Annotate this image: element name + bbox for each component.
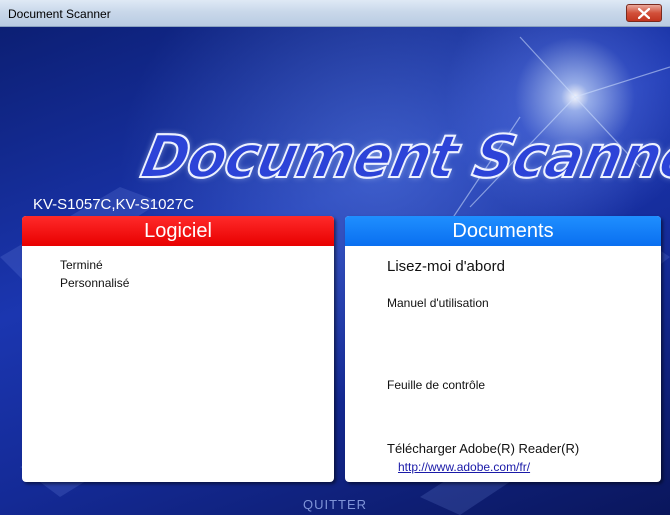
- quit-button[interactable]: QUITTER: [0, 497, 670, 512]
- documents-panel-title: Documents: [345, 216, 661, 246]
- software-item-custom[interactable]: Personnalisé: [60, 276, 129, 290]
- window-title: Document Scanner: [8, 7, 111, 21]
- software-panel: Logiciel Terminé Personnalisé: [22, 216, 334, 482]
- banner-logo: Document Scanner: [135, 122, 670, 192]
- manual-link[interactable]: Manuel d'utilisation: [387, 296, 489, 310]
- app-window: Document Scanner Document Scanner KV-S10…: [0, 0, 670, 515]
- model-label: KV-S1057C,KV-S1027C: [33, 196, 194, 213]
- software-item-complete[interactable]: Terminé: [60, 258, 103, 272]
- banner: Document Scanner KV-S1057C,KV-S1027C Log…: [0, 27, 670, 515]
- close-icon: [638, 8, 650, 19]
- readme-link[interactable]: Lisez-moi d'abord: [387, 258, 505, 275]
- documents-panel: Documents Lisez-moi d'abord Manuel d'uti…: [345, 216, 661, 482]
- download-reader-link[interactable]: Télécharger Adobe(R) Reader(R): [387, 441, 579, 456]
- checksheet-link[interactable]: Feuille de contrôle: [387, 378, 485, 392]
- title-bar: Document Scanner: [0, 0, 670, 27]
- close-button[interactable]: [626, 4, 662, 22]
- software-panel-title: Logiciel: [22, 216, 334, 246]
- adobe-url-link[interactable]: http://www.adobe.com/fr/: [398, 460, 530, 474]
